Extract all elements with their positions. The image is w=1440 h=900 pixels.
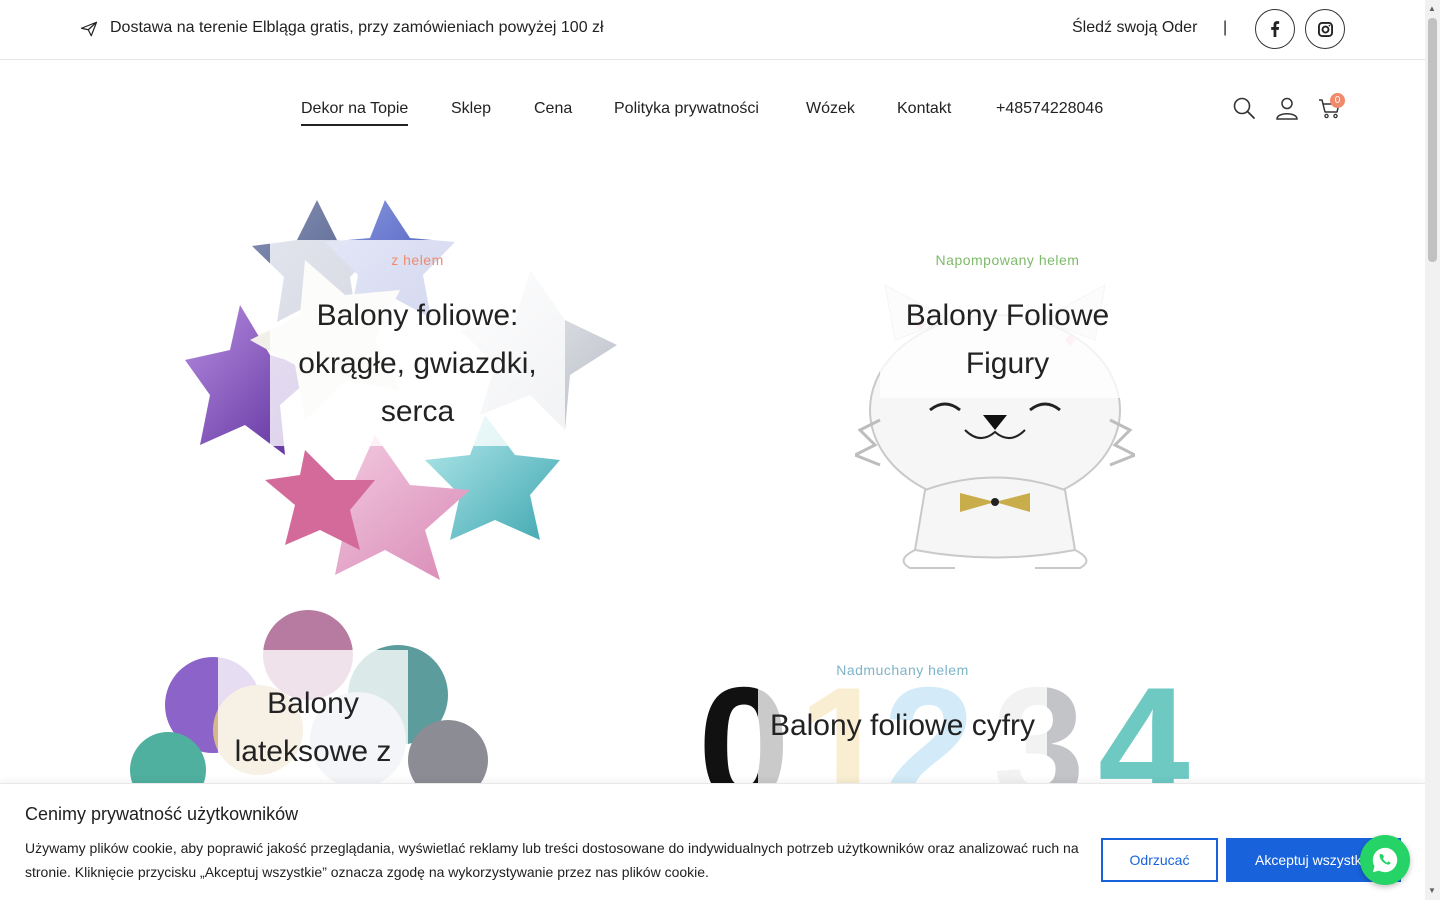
- card-caption: Balony lateksowe z: [218, 650, 408, 785]
- track-order-link[interactable]: Śledź swoją Oder: [1072, 19, 1197, 37]
- cookie-title: Cenimy prywatność użytkowników: [25, 804, 299, 824]
- search-icon[interactable]: [1232, 96, 1256, 120]
- card-caption: Balony foliowe: okrągłe, gwiazdki, serca: [270, 240, 565, 446]
- nav-item-phone[interactable]: +48574228046: [996, 100, 1103, 118]
- card-title: Balony foliowe: okrągłe, gwiazdki, serca: [298, 299, 537, 428]
- whatsapp-button[interactable]: [1360, 835, 1410, 885]
- cookie-banner: Cenimy prywatność użytkowników Używamy p…: [0, 783, 1425, 900]
- nav-item-cart[interactable]: Wózek: [806, 100, 855, 118]
- nav-item-home[interactable]: Dekor na Topie: [301, 100, 409, 126]
- main-nav: Dekor na Topie Sklep Cena Polityka prywa…: [0, 61, 1425, 157]
- card-subtitle: Napompowany helem: [935, 252, 1080, 268]
- card-title: Balony foliowe cyfry: [769, 709, 1036, 742]
- top-bar: Dostawa na terenie Elbląga gratis, przy …: [0, 0, 1425, 60]
- page: Dostawa na terenie Elbląga gratis, przy …: [0, 0, 1440, 900]
- divider: |: [1223, 19, 1228, 36]
- nav-item-contact[interactable]: Kontakt: [897, 100, 951, 118]
- paper-plane-icon: [80, 21, 98, 37]
- instagram-button[interactable]: [1305, 9, 1345, 49]
- nav-item-privacy[interactable]: Polityka prywatności: [614, 100, 759, 118]
- card-subtitle: z helem: [391, 252, 444, 268]
- facebook-icon: [1271, 21, 1280, 37]
- instagram-icon: [1317, 21, 1333, 37]
- scroll-up-arrow-icon[interactable]: ▲: [1428, 4, 1436, 13]
- whatsapp-icon: [1372, 847, 1398, 873]
- user-icon[interactable]: [1275, 96, 1299, 120]
- card-subtitle: Nadmuchany helem: [836, 662, 969, 678]
- card-caption: Balony foliowe cyfry: [758, 682, 1047, 784]
- promo-text: Dostawa na terenie Elbląga gratis, przy …: [110, 19, 604, 36]
- svg-text:4: 4: [1098, 672, 1190, 784]
- nav-item-shop[interactable]: Sklep: [451, 100, 491, 118]
- cookie-text: Używamy plików cookie, aby poprawić jako…: [25, 840, 1079, 880]
- scroll-down-arrow-icon[interactable]: ▼: [1428, 886, 1436, 895]
- card-title: Balony lateksowe z: [234, 687, 392, 768]
- scrollbar-thumb[interactable]: [1428, 18, 1437, 262]
- facebook-button[interactable]: [1255, 9, 1295, 49]
- cart-count-badge: 0: [1330, 93, 1345, 108]
- nav-item-price[interactable]: Cena: [534, 100, 572, 118]
- reject-cookies-button[interactable]: Odrzucać: [1101, 838, 1218, 882]
